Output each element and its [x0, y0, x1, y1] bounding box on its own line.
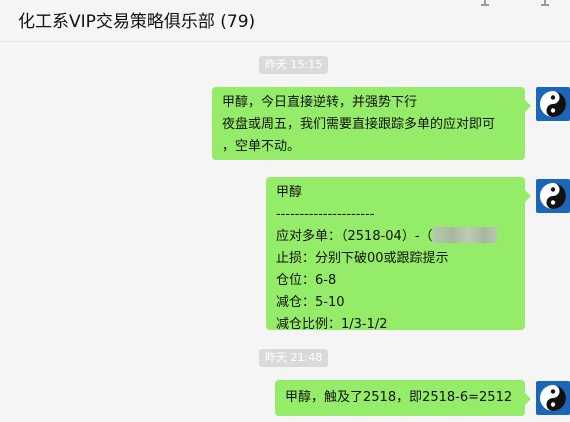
- message-line: 夜盘或周五，我们需要直接跟踪多单的应对即可: [222, 117, 496, 132]
- message-bubble[interactable]: 甲醇，触及了2518，即2518-6=2512: [275, 380, 531, 416]
- blurred-region: [432, 227, 497, 243]
- avatar[interactable]: [536, 87, 570, 121]
- yin-yang-icon: [540, 91, 566, 117]
- message-line: 减仓：5-10: [276, 295, 345, 310]
- message-line: 甲醇: [276, 185, 303, 200]
- more-icon[interactable]: [541, 0, 551, 6]
- message-line: 减仓比例：1/3-1/2: [276, 317, 388, 332]
- message-line: 仓位：6-8: [276, 273, 337, 288]
- message-line: 止损：分别下破00或跟踪提示: [276, 251, 449, 266]
- yin-yang-icon: [540, 183, 566, 209]
- message-line: 甲醇，今日直接逆转，并强势下行: [222, 95, 418, 110]
- chat-header: 化工系VIP交易策略俱乐部 (79): [0, 0, 570, 42]
- message-bubble[interactable]: 甲醇 --------------------- 应对多单：（2518-04）-…: [266, 177, 531, 332]
- message-line: ，空单不动。: [222, 139, 301, 154]
- avatar[interactable]: [536, 381, 570, 415]
- pin-icon[interactable]: [481, 0, 491, 6]
- yin-yang-icon: [540, 385, 566, 411]
- message-bubble[interactable]: 甲醇，今日直接逆转，并强势下行 夜盘或周五，我们需要直接跟踪多单的应对即可 ，空…: [212, 87, 531, 160]
- message-line: ---------------------: [276, 207, 375, 222]
- message-line: 应对多单：（2518-04）-（: [276, 226, 515, 248]
- message-text: 应对多单：（2518-04）-（: [276, 229, 433, 244]
- chat-title[interactable]: 化工系VIP交易策略俱乐部 (79): [18, 7, 255, 32]
- avatar[interactable]: [536, 179, 570, 213]
- timestamp: 昨天 21:48: [259, 349, 329, 367]
- message-line: 甲醇，触及了2518，即2518-6=2512: [285, 390, 513, 405]
- timestamp: 昨天 15:15: [259, 56, 329, 74]
